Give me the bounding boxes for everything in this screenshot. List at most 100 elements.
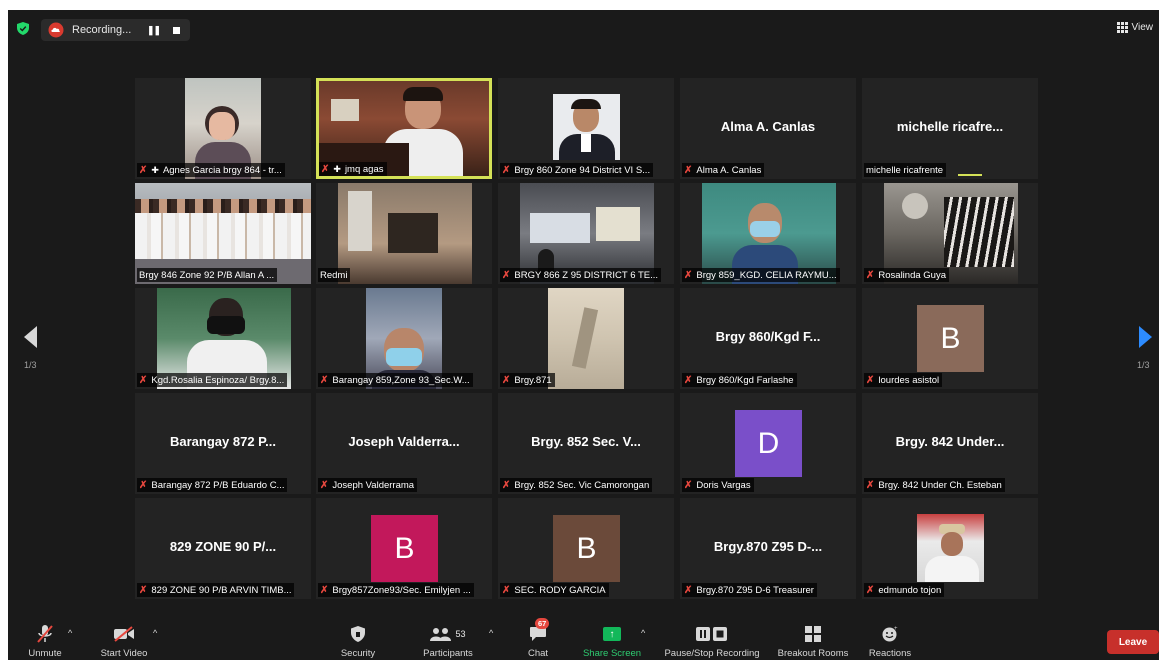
participants-icon: 53	[430, 622, 466, 646]
participant-tile[interactable]: Brgy. 842 Under... ✗ Brgy. 842 Under Ch.…	[862, 393, 1038, 494]
participant-tile[interactable]: ✗ BRGY 866 Z 95 DISTRICT 6 TE...	[498, 183, 674, 284]
participant-name-bar: ✗ lourdes asistol	[864, 373, 943, 387]
participant-name-bar: ✗ ✚ Agnes Garcia brgy 864 - tr...	[137, 163, 285, 177]
participant-name-bar: Brgy 846 Zone 92 P/B Allan A ...	[137, 268, 278, 282]
video-feed	[548, 288, 624, 389]
meeting-toolbar: Unmute ^ Start Video ^ Security 53 Parti…	[8, 616, 1159, 660]
participant-tile-active-speaker[interactable]: ✗ ✚ jmq agas	[316, 78, 492, 179]
breakout-rooms-button[interactable]: Breakout Rooms	[774, 616, 852, 660]
participant-tile[interactable]: Alma A. Canlas ✗ Alma A. Canlas	[680, 78, 856, 179]
participant-tile[interactable]: michelle ricafre... michelle ricafrente	[862, 78, 1038, 179]
participant-tile[interactable]: ✗ ✚ Agnes Garcia brgy 864 - tr...	[135, 78, 311, 179]
avatar: B	[553, 515, 620, 582]
breakout-rooms-icon	[805, 622, 821, 646]
participant-tile[interactable]: ✗ Barangay 859,Zone 93_Sec.W...	[316, 288, 492, 389]
participant-name: Alma A. Canlas	[696, 164, 762, 176]
participant-name-bar: ✗ Brgy. 852 Sec. Vic Camorongan	[500, 478, 653, 492]
muted-mic-icon: ✗	[866, 479, 875, 491]
participant-display-name: 829 ZONE 90 P/...	[169, 539, 277, 554]
audio-options-caret-icon[interactable]: ^	[68, 628, 72, 638]
participant-tile[interactable]: ✗ Rosalinda Guya	[862, 183, 1038, 284]
muted-mic-icon: ✗	[321, 163, 330, 175]
chat-button[interactable]: 67 Chat	[523, 616, 553, 660]
muted-mic-icon: ✗	[684, 374, 693, 386]
participant-name-bar: ✗ 829 ZONE 90 P/B ARVIN TIMB...	[137, 583, 295, 597]
next-page-arrow-icon[interactable]	[1139, 326, 1152, 348]
view-label: View	[1131, 22, 1154, 33]
pause-stop-recording-button[interactable]: Pause/Stop Recording	[660, 616, 764, 660]
participant-tile[interactable]: Redmi	[316, 183, 492, 284]
muted-microphone-icon	[36, 622, 54, 646]
view-button[interactable]: View	[1116, 22, 1154, 33]
pin-icon: ✚	[333, 163, 341, 174]
participant-name-bar: ✗ Barangay 872 P/B Eduardo C...	[137, 478, 288, 492]
participant-name-bar: ✗ Alma A. Canlas	[682, 163, 765, 177]
stop-recording-icon[interactable]	[173, 26, 181, 34]
recording-label: Recording...	[72, 24, 132, 36]
participant-name-bar: ✗ Brgy 860/Kgd Farlashe	[682, 373, 797, 387]
share-options-caret-icon[interactable]: ^	[641, 628, 645, 638]
participant-tile[interactable]: ✗ Brgy 859_KGD. CELIA RAYMU...	[680, 183, 856, 284]
participant-tile[interactable]: ✗ Brgy 860 Zone 94 District VI S...	[498, 78, 674, 179]
share-screen-button[interactable]: ↑ Share Screen	[581, 616, 643, 660]
participant-name: michelle ricafrente	[866, 164, 944, 176]
participant-display-name: Brgy 860/Kgd F...	[715, 329, 821, 344]
leave-button[interactable]: Leave	[1107, 630, 1159, 654]
participant-name: 829 ZONE 90 P/B ARVIN TIMB...	[151, 584, 292, 596]
reactions-smiley-icon: +	[882, 622, 898, 646]
participant-name: Rosalinda Guya	[878, 269, 946, 281]
participant-tile[interactable]: B ✗ SEC. RODY GARCIA	[498, 498, 674, 599]
participant-tile[interactable]: Brgy.870 Z95 D-... ✗ Brgy.870 Z95 D-6 Tr…	[680, 498, 856, 599]
participant-name: lourdes asistol	[878, 374, 940, 386]
participant-tile[interactable]: ✗ edmundo tojon	[862, 498, 1038, 599]
pause-recording-icon[interactable]: ❚❚	[147, 25, 161, 36]
participant-name-bar: ✗ Doris Vargas	[682, 478, 754, 492]
muted-mic-icon: ✗	[320, 374, 329, 386]
participant-name-bar: ✗ Brgy 859_KGD. CELIA RAYMU...	[682, 268, 840, 282]
participant-tile[interactable]: B ✗ Brgy857Zone93/Sec. Emilyjen ...	[316, 498, 492, 599]
svg-text:+: +	[894, 626, 898, 632]
participant-tile[interactable]: ✗ Brgy.871	[498, 288, 674, 389]
shield-icon[interactable]	[17, 22, 29, 35]
participant-name-bar: ✗ edmundo tojon	[864, 583, 945, 597]
video-options-caret-icon[interactable]: ^	[153, 628, 157, 638]
participant-tile[interactable]: Joseph Valderra... ✗ Joseph Valderrama	[316, 393, 492, 494]
security-button[interactable]: Security	[338, 616, 378, 660]
participant-name: Kgd.Rosalia Espinoza/ Brgy.8...	[151, 374, 285, 386]
unmute-button[interactable]: Unmute	[26, 616, 64, 660]
muted-mic-icon: ✗	[866, 269, 875, 281]
security-label: Security	[340, 648, 376, 659]
participant-tile[interactable]: Brgy. 852 Sec. V... ✗ Brgy. 852 Sec. Vic…	[498, 393, 674, 494]
participant-tile[interactable]: Brgy 860/Kgd F... ✗ Brgy 860/Kgd Farlash…	[680, 288, 856, 389]
participant-tile[interactable]: 829 ZONE 90 P/... ✗ 829 ZONE 90 P/B ARVI…	[135, 498, 311, 599]
page-indicator-right: 1/3	[1137, 360, 1150, 370]
participants-button[interactable]: 53 Participants	[418, 616, 478, 660]
participant-display-name: Barangay 872 P...	[170, 434, 276, 449]
participant-name-bar: michelle ricafrente	[864, 163, 947, 177]
reactions-button[interactable]: + Reactions	[866, 616, 914, 660]
participant-name: SEC. RODY GARCIA	[514, 584, 606, 596]
participant-name: jmq agas	[344, 163, 384, 175]
participants-options-caret-icon[interactable]: ^	[489, 628, 493, 638]
participant-name: Brgy.871	[514, 374, 552, 386]
participant-name-bar: ✗ ✚ jmq agas	[319, 162, 387, 176]
participant-name-bar: ✗ Barangay 859,Zone 93_Sec.W...	[318, 373, 473, 387]
participant-name: Brgy. 842 Under Ch. Esteban	[878, 479, 1002, 491]
muted-mic-icon: ✗	[684, 479, 693, 491]
recording-indicator: Recording... ❚❚	[41, 19, 190, 41]
pin-icon: ✚	[151, 164, 159, 175]
participant-tile[interactable]: Brgy 846 Zone 92 P/B Allan A ...	[135, 183, 311, 284]
start-video-button[interactable]: Start Video	[96, 616, 152, 660]
video-feed	[917, 514, 984, 582]
participant-tile[interactable]: Barangay 872 P... ✗ Barangay 872 P/B Edu…	[135, 393, 311, 494]
muted-mic-icon: ✗	[502, 479, 511, 491]
participant-name: Redmi	[320, 269, 348, 281]
participant-name-bar: ✗ Joseph Valderrama	[318, 478, 418, 492]
participant-tile[interactable]: D ✗ Doris Vargas	[680, 393, 856, 494]
participant-tile[interactable]: B ✗ lourdes asistol	[862, 288, 1038, 389]
previous-page-arrow-icon[interactable]	[24, 326, 37, 348]
muted-mic-icon: ✗	[139, 479, 148, 491]
participant-name: Brgy 860 Zone 94 District VI S...	[514, 164, 651, 176]
video-off-icon	[113, 622, 135, 646]
participant-tile[interactable]: ✗ Kgd.Rosalia Espinoza/ Brgy.8...	[135, 288, 311, 389]
